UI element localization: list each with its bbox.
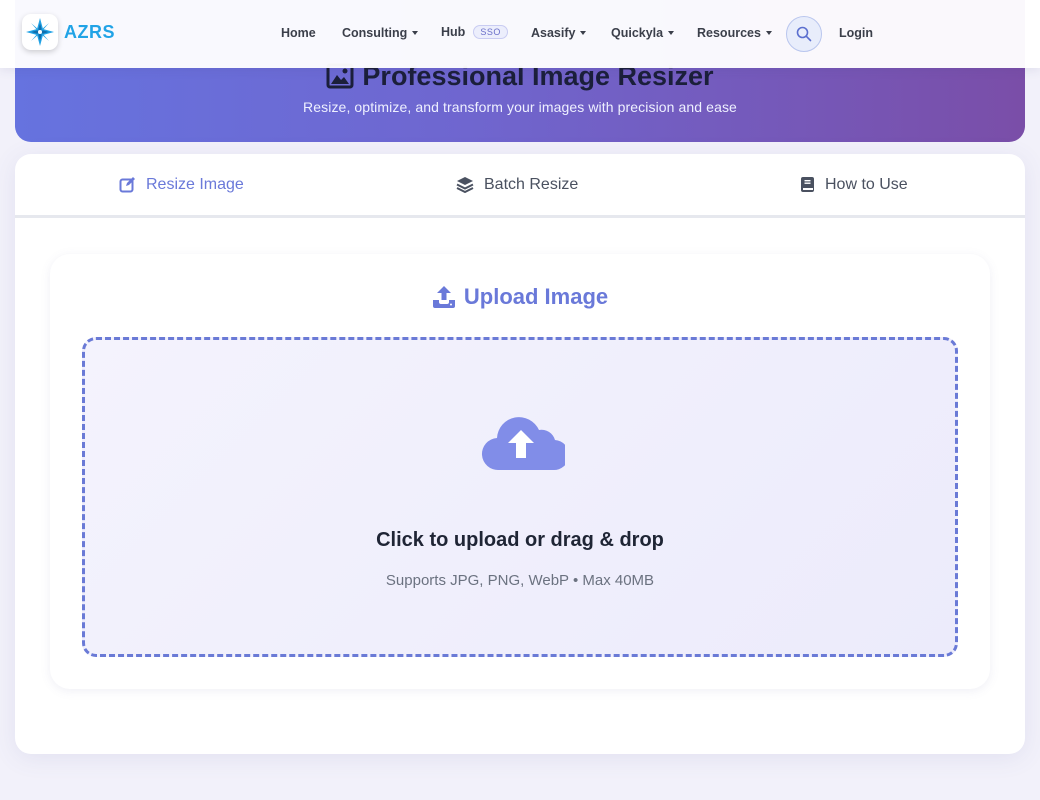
caret-down-icon bbox=[765, 31, 772, 35]
caret-down-icon bbox=[668, 31, 675, 35]
tab-batch-resize[interactable]: Batch Resize bbox=[456, 154, 578, 215]
page-subtitle: Resize, optimize, and transform your ima… bbox=[303, 99, 737, 115]
search-icon bbox=[796, 26, 812, 42]
nav-home-label: Home bbox=[281, 26, 316, 40]
nav-quickyla[interactable]: Quickyla bbox=[611, 26, 675, 40]
nav-resources[interactable]: Resources bbox=[697, 26, 772, 40]
nav-hub[interactable]: Hub SSO bbox=[441, 25, 508, 39]
brand-logo bbox=[22, 14, 58, 50]
caret-down-icon bbox=[580, 31, 587, 35]
nav-login[interactable]: Login bbox=[839, 26, 873, 40]
tab-resize-image-label: Resize Image bbox=[146, 175, 244, 193]
nav-resources-label: Resources bbox=[697, 26, 761, 40]
dropzone-subtitle: Supports JPG, PNG, WebP • Max 40MB bbox=[385, 572, 655, 589]
nav-home[interactable]: Home bbox=[281, 26, 316, 40]
compass-star-icon bbox=[26, 18, 54, 46]
nav-login-label: Login bbox=[839, 26, 874, 40]
nav-quickyla-label: Quickyla bbox=[611, 26, 664, 40]
upload-heading: Upload Image bbox=[50, 284, 990, 310]
upload-icon bbox=[432, 286, 455, 308]
tab-resize-image[interactable]: Resize Image bbox=[119, 154, 244, 215]
navbar: AZRS Home Consulting Hub SSO Asasify Qui… bbox=[0, 0, 1040, 68]
nav-consulting[interactable]: Consulting bbox=[342, 26, 419, 40]
caret-down-icon bbox=[412, 31, 419, 35]
main-card: Resize Image Batch Resize How to Use Upl… bbox=[15, 154, 1025, 754]
brand-name: AZRS bbox=[64, 21, 115, 42]
brand[interactable]: AZRS bbox=[22, 14, 115, 50]
dropzone-title: Click to upload or drag & drop bbox=[376, 529, 664, 551]
edit-icon bbox=[119, 177, 135, 193]
tab-bar: Resize Image Batch Resize How to Use bbox=[15, 154, 1025, 218]
upload-dropzone[interactable]: Click to upload or drag & drop Supports … bbox=[82, 337, 958, 657]
upload-panel: Upload Image Click to upload or drag & d… bbox=[50, 254, 990, 689]
book-icon bbox=[801, 177, 814, 192]
sso-badge: SSO bbox=[473, 25, 508, 39]
nav-asasify-label: Asasify bbox=[531, 26, 576, 40]
layers-icon bbox=[456, 177, 474, 193]
upload-heading-text: Upload Image bbox=[463, 284, 609, 309]
cloud-upload-icon bbox=[482, 417, 565, 471]
nav-asasify[interactable]: Asasify bbox=[531, 26, 587, 40]
tab-how-to-use[interactable]: How to Use bbox=[800, 154, 908, 215]
nav-consulting-label: Consulting bbox=[342, 26, 408, 40]
tab-batch-resize-label: Batch Resize bbox=[484, 175, 579, 193]
search-button[interactable] bbox=[786, 16, 822, 52]
nav-hub-label: Hub bbox=[441, 25, 466, 39]
tab-how-to-use-label: How to Use bbox=[825, 175, 908, 193]
